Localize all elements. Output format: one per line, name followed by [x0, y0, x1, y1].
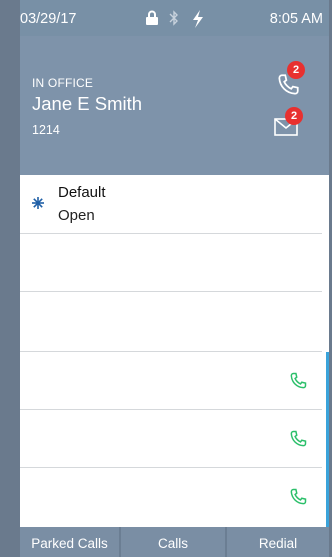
- line-status: Open: [58, 207, 95, 224]
- line-key-2[interactable]: [20, 233, 322, 291]
- softkey-bar: Parked Calls Calls Redial: [20, 527, 329, 557]
- user-extension: 1214: [32, 123, 60, 137]
- bluetooth-icon: [169, 10, 178, 26]
- status-date: 03/29/17: [20, 11, 77, 27]
- phone-screen: 03/29/17 8:05 AM IN OFFICE Jane E Smith …: [20, 0, 329, 557]
- phone-icon[interactable]: [288, 429, 308, 449]
- line-key-default[interactable]: Default Open: [20, 175, 322, 233]
- user-header: IN OFFICE Jane E Smith 1214 2 2: [20, 36, 329, 146]
- line-accent: [326, 352, 329, 410]
- missed-calls-button[interactable]: 2: [271, 61, 307, 100]
- softkey-calls[interactable]: Calls: [121, 527, 227, 557]
- phone-icon[interactable]: [288, 371, 308, 391]
- lock-icon: [146, 10, 158, 25]
- line-key-6[interactable]: [20, 467, 329, 528]
- line-key-5[interactable]: [20, 409, 329, 468]
- softkey-parked-calls[interactable]: Parked Calls: [20, 527, 121, 557]
- sparkle-icon: [32, 197, 44, 209]
- phone-icon[interactable]: [288, 487, 308, 507]
- missed-calls-badge: 2: [287, 61, 305, 79]
- status-bar: 03/29/17 8:05 AM: [20, 0, 329, 36]
- status-time: 8:05 AM: [269, 11, 323, 27]
- power-icon: [193, 10, 203, 28]
- softkey-redial[interactable]: Redial: [227, 527, 329, 557]
- messages-button[interactable]: 2: [271, 107, 307, 143]
- messages-badge: 2: [285, 107, 303, 125]
- presence-status: IN OFFICE: [32, 76, 94, 90]
- line-label: Default: [58, 184, 106, 201]
- line-accent: [326, 468, 329, 528]
- line-key-3[interactable]: [20, 291, 322, 349]
- line-accent: [326, 410, 329, 468]
- user-name: Jane E Smith: [32, 93, 143, 114]
- line-key-4[interactable]: [20, 351, 329, 410]
